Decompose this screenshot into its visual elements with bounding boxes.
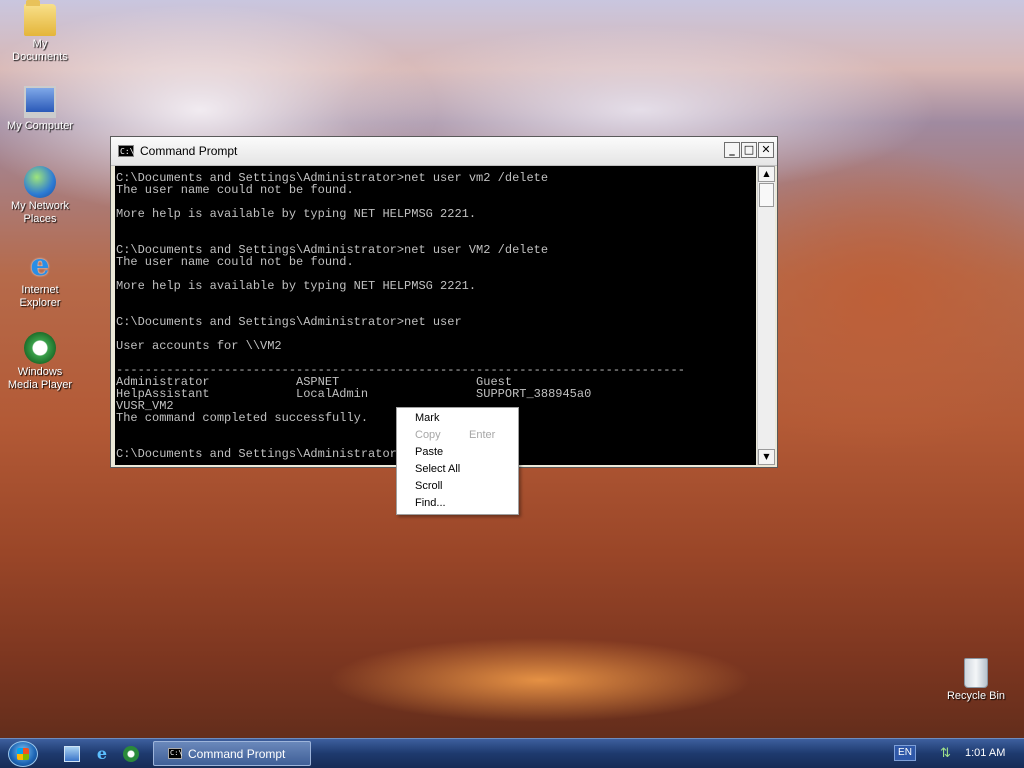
taskbar: e C:\ Command Prompt EN ⇅ 1:01 AM [0,738,1024,768]
console-line: More help is available by typing NET HEL… [116,279,477,293]
scroll-up-button[interactable]: ▲ [758,166,775,182]
console-line: C:\Documents and Settings\Administrator>… [116,315,462,329]
desktop-icon-windows-media-player[interactable]: Windows Media Player [0,332,80,392]
network-places-icon [24,166,56,198]
desktop-icon-label: Explorer [19,297,61,309]
window-titlebar[interactable]: C:\ Command Prompt _ □ ✕ [111,137,777,166]
menu-item-find[interactable]: Find... [397,495,518,512]
desktop-icon-label: Documents [12,51,68,63]
console-icon: C:\ [118,145,135,157]
taskbar-button-command-prompt[interactable]: C:\ Command Prompt [153,741,311,766]
internet-explorer-quicklaunch-icon[interactable]: e [94,746,110,762]
desktop-icon-label: My [32,38,48,50]
vertical-scrollbar[interactable]: ▲ ▼ [757,166,775,465]
menu-item-paste[interactable]: Paste [397,444,518,461]
console-icon: C:\ [168,748,183,759]
media-player-quicklaunch-icon[interactable] [123,746,139,762]
menu-item-label: Mark [415,412,440,424]
window-title: Command Prompt [140,144,238,158]
network-icon[interactable]: ⇅ [940,746,956,762]
minimize-button[interactable]: _ [724,142,740,158]
folder-icon [24,0,56,36]
desktop-icon-my-documents[interactable]: My Documents [0,0,80,64]
menu-item-shortcut: Enter [469,429,496,441]
menu-item-select-all[interactable]: Select All [397,461,518,478]
menu-item-label: Find... [415,497,446,509]
computer-icon [24,86,56,118]
recycle-bin-icon [964,658,988,688]
desktop-icon-label: My Computer [6,120,74,132]
maximize-button[interactable]: □ [741,142,757,158]
context-menu: Mark Copy Enter Paste Select All Scroll … [396,407,519,515]
console-line: The user name could not be found. [116,255,354,269]
desktop-icon-recycle-bin[interactable]: Recycle Bin [936,658,1016,703]
internet-explorer-icon: e [30,248,50,283]
taskbar-button-label: Command Prompt [188,747,286,761]
desktop-icon-my-network-places[interactable]: My Network Places [0,166,80,226]
menu-item-mark[interactable]: Mark [397,410,518,427]
desktop-icon-label: Internet [21,284,59,296]
desktop-icon-label: My Network [10,200,70,212]
desktop-icon-label: Places [23,213,57,225]
menu-item-label: Scroll [415,480,443,492]
scroll-thumb[interactable] [759,183,774,207]
console-line: User accounts for \\VM2 [116,339,282,353]
menu-item-scroll[interactable]: Scroll [397,478,518,495]
show-desktop-icon[interactable] [64,746,80,762]
desktop-icon-internet-explorer[interactable]: e Internet Explorer [0,250,80,310]
close-button[interactable]: ✕ [758,142,774,158]
menu-item-label: Select All [415,463,461,475]
desktop-icon-label: Media Player [7,379,73,391]
desktop-icon-my-computer[interactable]: My Computer [0,86,80,133]
console-line: More help is available by typing NET HEL… [116,207,477,221]
desktop-icon-label: Windows [17,366,63,378]
language-indicator[interactable]: EN [894,745,916,761]
clock[interactable]: 1:01 AM [965,747,1005,759]
menu-item-copy: Copy Enter [397,427,518,444]
console-line: The user name could not be found. [116,183,354,197]
scroll-down-button[interactable]: ▼ [758,449,775,465]
start-button[interactable] [8,741,38,767]
media-player-icon [24,332,56,364]
console-line: HelpAssistant LocalAdmin SUPPORT_388945a… [116,387,592,401]
menu-item-label: Paste [415,446,444,458]
menu-item-label: Copy [415,429,441,441]
desktop-icon-label: Recycle Bin [946,690,1006,702]
